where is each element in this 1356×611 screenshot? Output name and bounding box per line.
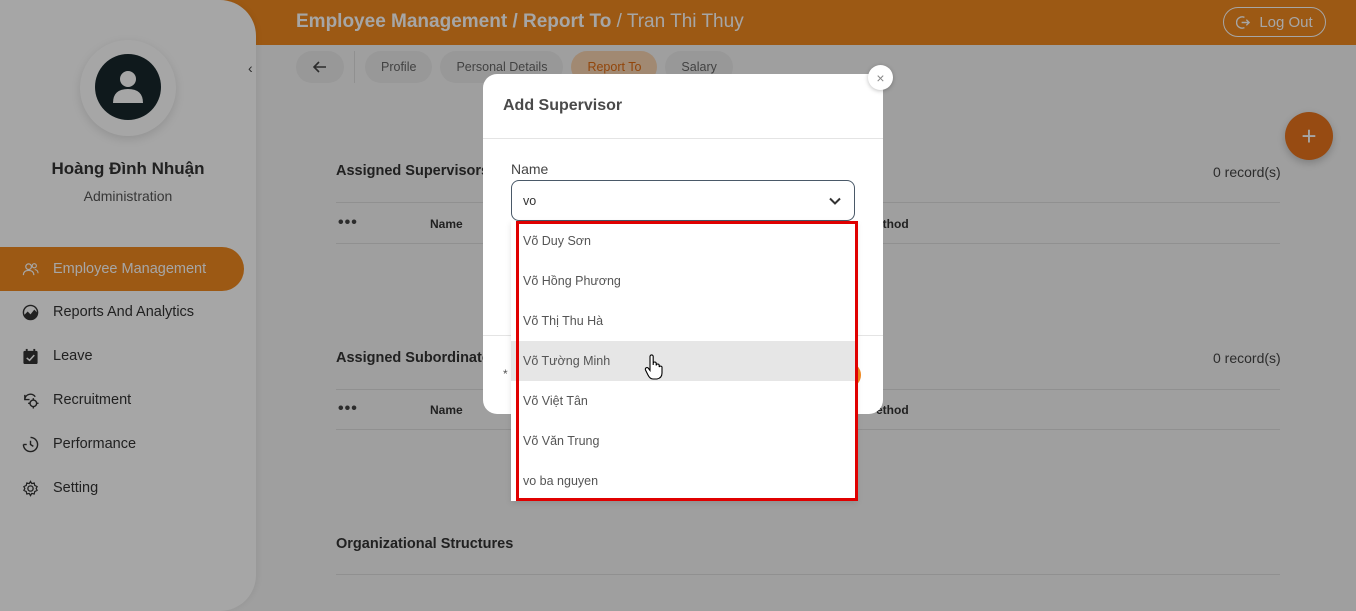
hand-cursor-icon xyxy=(644,354,663,380)
required-note: * xyxy=(503,367,508,381)
name-field-label: Name xyxy=(511,161,549,177)
modal-divider xyxy=(483,138,883,139)
close-icon[interactable]: × xyxy=(868,65,893,90)
name-select-value: vo xyxy=(523,194,537,208)
highlight-annotation-box xyxy=(516,221,858,501)
chevron-down-icon[interactable] xyxy=(828,194,842,208)
modal-title: Add Supervisor xyxy=(503,97,623,114)
name-select-input[interactable]: vo xyxy=(511,180,855,221)
